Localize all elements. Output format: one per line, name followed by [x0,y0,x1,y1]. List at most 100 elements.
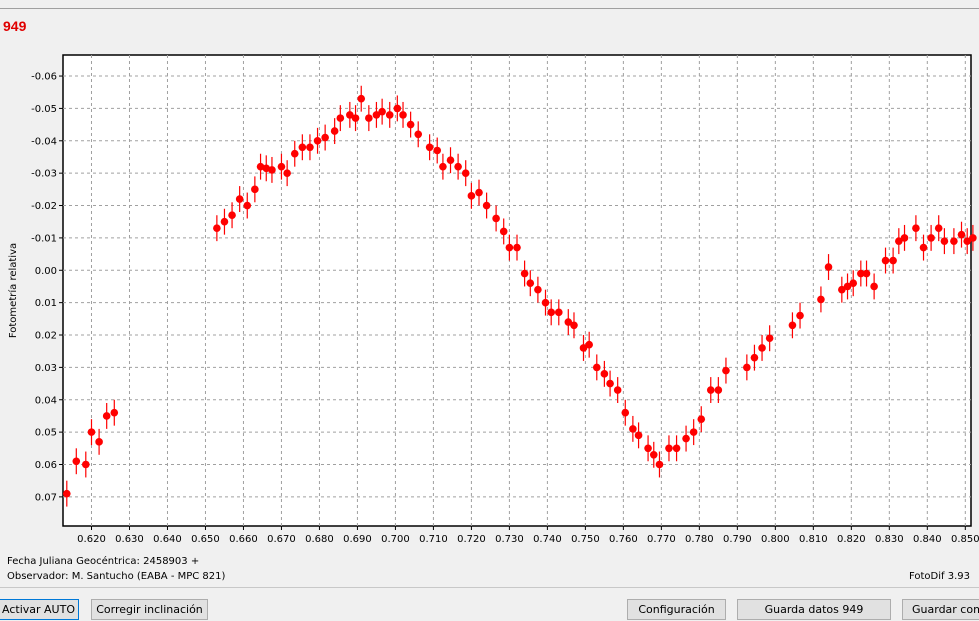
panel-divider [0,587,979,588]
data-point [934,224,943,232]
data-point [235,195,244,203]
y-tick-label: 0.01 [35,298,57,309]
data-point [870,282,878,291]
data-point [969,234,977,242]
x-tick-label: 0.790 [723,534,752,545]
configuration-button[interactable]: Configuración [627,599,726,620]
y-tick-label: 0.00 [35,266,57,277]
data-point [81,460,90,469]
data-point [750,353,759,362]
data-point [62,489,71,498]
data-point [862,269,871,278]
data-point [283,169,291,177]
data-point [306,143,314,152]
y-tick-label: 0.07 [35,492,57,503]
data-point [406,120,415,129]
data-point [454,162,462,171]
x-tick-label: 0.630 [115,534,144,545]
data-point [330,127,339,135]
data-point [475,188,483,197]
correct-tilt-button[interactable]: Corregir inclinación [91,599,208,620]
x-tick-label: 0.720 [457,534,486,545]
data-point [399,111,407,119]
data-point [277,162,286,171]
data-point [336,114,345,122]
data-point [102,412,111,420]
data-point [95,438,103,446]
y-tick-label: -0.06 [31,72,57,83]
data-point [526,279,535,288]
data-point [534,285,542,294]
data-point [541,298,550,307]
x-tick-label: 0.680 [305,534,334,545]
data-point [672,444,681,453]
data-point [849,279,858,288]
y-tick-label: -0.02 [31,201,57,212]
data-point [365,114,373,122]
data-point [714,386,723,394]
x-tick-label: 0.690 [343,534,372,545]
app-version-label: FotoDif 3.93 [909,571,970,582]
data-point [446,156,455,165]
data-point [492,214,500,223]
data-point [425,143,434,152]
x-tick-label: 0.820 [837,534,866,545]
data-point [743,363,751,372]
save-data-button[interactable]: Guarda datos 949 [737,599,891,620]
x-tick-label: 0.660 [229,534,258,545]
save-as-button[interactable]: Guardar como [902,599,979,620]
x-tick-label: 0.730 [495,534,524,545]
data-point [313,136,322,145]
data-point [499,227,508,236]
x-tick-label: 0.750 [571,534,600,545]
data-point [706,386,715,394]
data-point [505,243,514,252]
data-point [213,224,221,232]
data-point [634,431,643,440]
plot-area [62,54,972,527]
activate-auto-button[interactable]: Activar AUTO [0,599,79,620]
y-tick-label: 0.02 [35,331,57,342]
data-point [513,243,521,252]
y-tick-label: -0.05 [31,104,57,115]
data-point [268,166,276,174]
data-point [817,295,825,304]
data-point [621,408,630,417]
data-point [592,363,601,372]
data-point [585,340,593,349]
data-point [940,237,949,245]
data-point [385,111,394,119]
y-tick-label: -0.01 [31,233,57,244]
y-tick-label: -0.03 [31,169,57,180]
data-point [393,104,402,113]
data-point [665,444,673,453]
x-tick-label: 0.810 [799,534,828,545]
data-point [520,269,529,278]
data-point [919,243,928,252]
data-point [796,311,804,320]
y-tick-label: 0.05 [35,428,57,439]
data-point [697,415,706,423]
data-point [251,185,259,194]
data-point [290,149,299,158]
data-point [357,94,366,103]
data-point [439,162,447,171]
photometry-chart: 0.620 0.630 0.640 0.650 0.660 0.670 0.680 0.690… [7,54,979,545]
data-point [927,234,935,242]
data-point [87,428,96,436]
data-point [722,366,730,375]
data-point [788,321,797,330]
data-point [467,192,476,200]
y-tick-label: 0.04 [35,395,57,406]
data-point [629,425,637,433]
data-point [689,428,698,436]
data-point [72,457,81,466]
data-point [655,460,664,469]
y-tick-label: 0.03 [35,363,57,374]
data-point [881,256,890,265]
data-point [220,217,229,226]
x-tick-label: 0.770 [647,534,676,545]
data-point [228,211,236,220]
x-tick-label: 0.710 [419,534,448,545]
data-point [298,143,307,152]
